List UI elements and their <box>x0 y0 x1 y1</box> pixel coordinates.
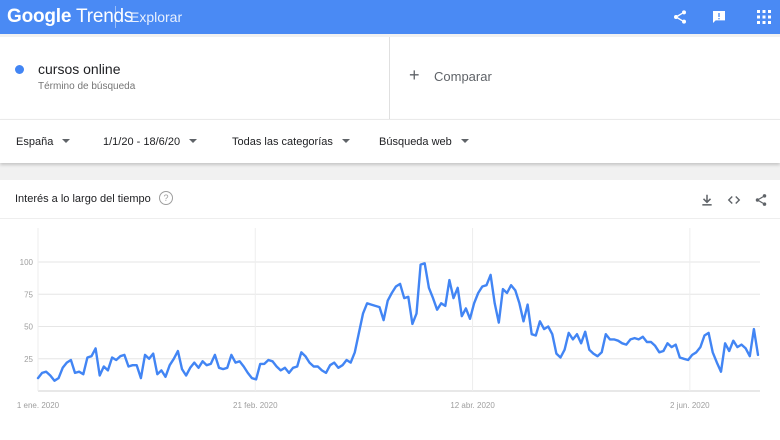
plus-icon: + <box>409 65 420 85</box>
term-color-dot <box>15 65 24 74</box>
search-type-dropdown[interactable]: Búsqueda web <box>379 136 469 148</box>
interest-over-time-card: Interés a lo largo del tiempo ? 25 50 75 10… <box>0 180 780 440</box>
interest-line-chart: 25 50 75 100 1 ene. 2020 21 feb. 2020 12 abr. … <box>17 228 760 410</box>
header-divider <box>115 6 116 28</box>
y-tick-label: 50 <box>24 323 33 332</box>
region-dropdown[interactable]: España <box>16 136 71 148</box>
chevron-down-icon <box>341 139 350 144</box>
y-tick-label: 75 <box>24 290 33 299</box>
chevron-down-icon <box>62 139 71 144</box>
region-value: España <box>16 136 54 148</box>
section-title: Explorar <box>130 9 183 25</box>
compare-label: Comparar <box>434 69 492 84</box>
top-app-bar: Google Trends Explorar <box>0 0 780 34</box>
series-line <box>36 262 760 382</box>
chevron-down-icon <box>189 139 198 144</box>
term-name: cursos online <box>38 61 121 77</box>
feedback-icon[interactable] <box>708 6 730 28</box>
logo-trends-text: Trends <box>76 6 134 27</box>
search-type-value: Búsqueda web <box>379 136 452 148</box>
compare-button[interactable]: + Comparar <box>391 37 780 119</box>
y-tick-label: 100 <box>20 258 34 267</box>
chevron-down-icon <box>460 139 469 144</box>
share-icon[interactable] <box>669 6 691 28</box>
filters-bar: España 1/1/20 - 18/6/20 Todas las catego… <box>0 119 780 163</box>
apps-grid-icon[interactable] <box>753 6 775 28</box>
x-tick-label: 2 jun. 2020 <box>670 401 710 410</box>
date-range-dropdown[interactable]: 1/1/20 - 18/6/20 <box>103 136 198 148</box>
search-terms-panel: cursos online Término de búsqueda + Comp… <box>0 37 780 119</box>
category-value: Todas las categorías <box>232 136 333 148</box>
logo-google-text: Google <box>7 6 72 27</box>
x-tick-label: 1 ene. 2020 <box>17 401 60 410</box>
search-term-card[interactable]: cursos online Término de búsqueda <box>0 37 390 119</box>
x-tick-label: 12 abr. 2020 <box>450 401 495 410</box>
x-tick-label: 21 feb. 2020 <box>233 401 278 410</box>
term-type-label: Término de búsqueda <box>38 81 136 92</box>
y-tick-label: 25 <box>24 355 33 364</box>
date-range-value: 1/1/20 - 18/6/20 <box>103 136 181 148</box>
category-dropdown[interactable]: Todas las categorías <box>232 136 350 148</box>
